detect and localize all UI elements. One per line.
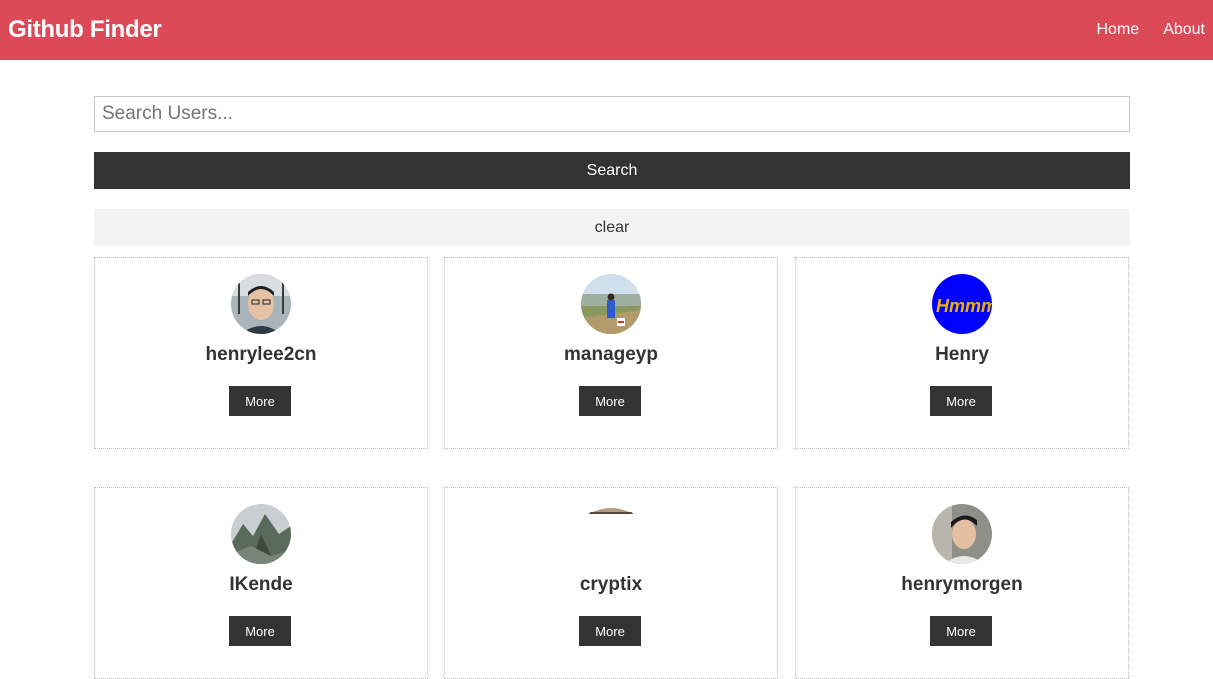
user-card: IKende More (94, 487, 428, 679)
more-button[interactable]: More (229, 386, 291, 416)
navbar: Github Finder Home About (0, 0, 1213, 60)
avatar-photo-partial-icon (581, 504, 641, 564)
avatar (231, 504, 291, 564)
user-card: manageyp More (444, 257, 778, 449)
user-card: henrymorgen More (795, 487, 1129, 679)
search-form: Search (94, 96, 1130, 189)
clear-button[interactable]: clear (94, 209, 1130, 246)
avatar-hmmm-logo-icon: Hmmm (932, 274, 992, 334)
search-button[interactable]: Search (94, 152, 1130, 189)
more-button[interactable]: More (579, 386, 641, 416)
username: cryptix (579, 574, 643, 595)
avatar-photo-landscape-icon (581, 274, 641, 334)
brand-title[interactable]: Github Finder (8, 16, 162, 44)
avatar: Hmmm (932, 274, 992, 334)
username: henrylee2cn (205, 344, 317, 365)
search-input[interactable] (94, 96, 1130, 132)
avatar-photo-mountain-icon (231, 504, 291, 564)
user-card: cryptix More (444, 487, 778, 679)
username: Henry (935, 344, 989, 365)
svg-text:Hmmm: Hmmm (936, 296, 992, 316)
avatar (581, 274, 641, 334)
nav-link-home[interactable]: Home (1097, 21, 1140, 39)
avatar-photo-person-icon (932, 504, 992, 564)
user-card: Hmmm Henry More (795, 257, 1129, 449)
avatar (581, 504, 641, 564)
more-button[interactable]: More (930, 386, 992, 416)
more-button[interactable]: More (579, 616, 641, 646)
nav-links: Home About (1073, 21, 1206, 39)
username: IKende (229, 574, 293, 595)
nav-link-about[interactable]: About (1163, 21, 1205, 39)
avatar (231, 274, 291, 334)
avatar-photo-person-icon (231, 274, 291, 334)
user-card: henrylee2cn More (94, 257, 428, 449)
username: manageyp (564, 344, 658, 365)
avatar (932, 504, 992, 564)
more-button[interactable]: More (229, 616, 291, 646)
more-button[interactable]: More (930, 616, 992, 646)
username: henrymorgen (901, 574, 1023, 595)
